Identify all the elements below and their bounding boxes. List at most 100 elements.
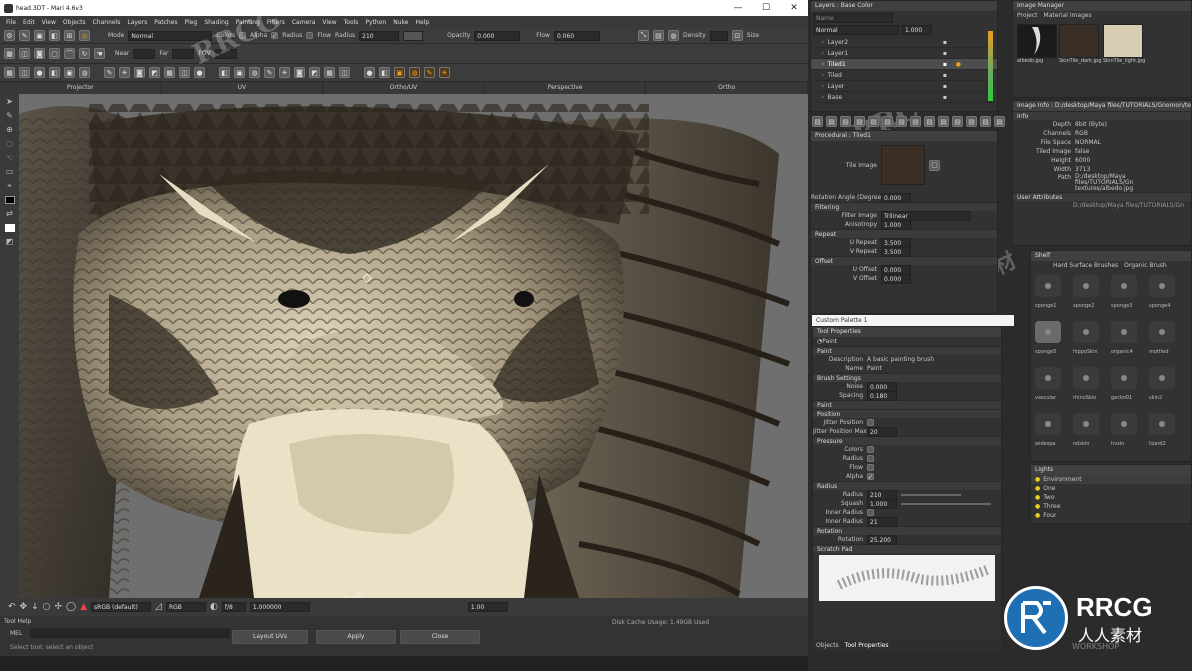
view-tab-perspective[interactable]: Perspective (485, 82, 647, 94)
new-group-icon[interactable]: ▤ (826, 116, 837, 127)
swatch-icon[interactable]: ● (194, 67, 205, 78)
light-row[interactable]: ● Environment (1031, 475, 1191, 484)
adjust-icon[interactable]: ▤ (882, 116, 893, 127)
menu-item-camera[interactable]: Camera (292, 19, 316, 26)
target-icon[interactable]: ◎ (79, 30, 90, 41)
brush-swatch[interactable] (1073, 321, 1099, 343)
layer-row[interactable]: ◦ Tiled1 ▪ ● (811, 59, 997, 70)
position-section[interactable]: Position (813, 409, 1001, 418)
duplicate-icon[interactable]: ▤ (840, 116, 851, 127)
eye-icon[interactable]: ◦ (821, 72, 825, 79)
menu-item-channels[interactable]: Channels (93, 19, 121, 26)
3d-viewport[interactable] (19, 94, 808, 598)
rotate-icon[interactable]: ↻ (79, 48, 90, 59)
brush-swatch[interactable] (1149, 321, 1175, 343)
tab-material-images[interactable]: Material Images (1044, 11, 1092, 20)
view-tab-projector[interactable]: Projector (0, 82, 162, 94)
brush-icon[interactable]: ✎ (19, 30, 30, 41)
squash-slider[interactable] (901, 502, 991, 505)
fov-field[interactable] (214, 48, 237, 59)
lasso-icon[interactable]: ▣ (234, 67, 245, 78)
layer-row[interactable]: ◦ Layer2 ▪ (811, 37, 997, 48)
paint-subsection[interactable]: Paint (813, 400, 1001, 409)
menu-item-nuke[interactable]: Nuke (393, 19, 408, 26)
colors-checkbox[interactable] (239, 32, 247, 39)
skin-dark-thumb[interactable] (1059, 24, 1099, 58)
grid-view-icon[interactable]: ☀ (279, 67, 290, 78)
reset-colors-icon[interactable]: ◩ (5, 238, 15, 246)
apply-button[interactable]: Apply (316, 630, 396, 644)
brush-radius-slider[interactable] (901, 493, 961, 496)
lock-layer-icon[interactable]: ▪ (943, 61, 947, 68)
settings-icon[interactable]: ⚙ (4, 30, 15, 41)
menu-item-help[interactable]: Help (415, 19, 429, 26)
info-section[interactable]: Info (1013, 111, 1191, 120)
brush-swatch[interactable] (1035, 413, 1061, 435)
grid-icon[interactable]: ◫ (19, 67, 30, 78)
brush-swatch[interactable] (1035, 367, 1061, 389)
jitter-position-checkbox[interactable] (867, 419, 874, 426)
brush-swatch[interactable] (1035, 321, 1061, 343)
tab-organic-brush[interactable]: Organic Brush (1124, 261, 1167, 271)
gain-slider[interactable] (313, 602, 464, 612)
procedural-icon[interactable]: ▤ (896, 116, 907, 127)
layer-blend-select[interactable]: Normal (813, 25, 899, 35)
select-icon[interactable]: ➤ (5, 98, 15, 106)
cube-icon[interactable]: ▣ (64, 67, 75, 78)
menu-item-tools[interactable]: Tools (344, 19, 359, 26)
pin-icon[interactable]: ✢ (55, 602, 63, 612)
sphere-orange-icon[interactable]: ✎ (424, 67, 435, 78)
new-layer-icon[interactable]: ▤ (812, 116, 823, 127)
uv-icon[interactable]: ◩ (149, 67, 160, 78)
flat-icon[interactable]: ● (364, 67, 375, 78)
layer-row[interactable]: ◦ Base ▪ (811, 92, 997, 103)
dot-circle-icon[interactable]: ◯ (66, 602, 76, 612)
pressure-checkbox[interactable] (867, 455, 874, 462)
aperture-icon[interactable]: ◐ (210, 602, 218, 612)
menu-item-shading[interactable]: Shading (204, 19, 228, 26)
cube-icon[interactable]: ◫ (19, 48, 30, 59)
shade-icon[interactable]: ◫ (339, 67, 350, 78)
fill-icon[interactable]: ▤ (652, 30, 664, 41)
lock-layer-icon[interactable]: ▪ (943, 72, 947, 79)
smooth-icon[interactable]: ◧ (379, 67, 390, 78)
light-row[interactable]: ● Three (1031, 502, 1191, 511)
eye-icon[interactable]: ◦ (821, 83, 825, 90)
texture-icon[interactable]: ◙ (294, 67, 305, 78)
menu-item-python[interactable]: Python (365, 19, 386, 26)
menu-item-edit[interactable]: Edit (23, 19, 35, 26)
down-arrow-icon[interactable]: ↓ (31, 602, 39, 612)
brush-swatch[interactable] (1073, 413, 1099, 435)
channel-icon[interactable]: ✎ (264, 67, 275, 78)
light-row[interactable]: ● Two (1031, 493, 1191, 502)
lasso-icon[interactable]: ⌒ (64, 48, 75, 59)
mode-select[interactable]: Normal (128, 30, 213, 41)
brush-swatch[interactable] (1149, 367, 1175, 389)
eye-icon[interactable]: ◦ (821, 39, 825, 46)
menu-item-patches[interactable]: Patches (154, 19, 177, 26)
rotation-angle-field[interactable]: 0.000 (881, 192, 911, 203)
radius-slider[interactable] (403, 30, 424, 41)
custom-palette-title[interactable]: Custom Palette 1 (812, 315, 1014, 326)
menu-item-filters[interactable]: Filters (267, 19, 285, 26)
stamp-icon[interactable]: ◫ (179, 67, 190, 78)
lock-layer-icon[interactable]: ▪ (943, 39, 947, 46)
pressure-checkbox[interactable] (867, 446, 874, 453)
layer-row[interactable]: ◦ Tiled ▪ (811, 70, 997, 81)
cache-icon[interactable]: ▤ (924, 116, 935, 127)
clone-icon[interactable]: ⊕ (5, 126, 15, 134)
merge-icon[interactable]: ▤ (854, 116, 865, 127)
brush-rotation-field[interactable]: 25.200 (867, 534, 897, 545)
menu-item-view[interactable]: View (42, 19, 56, 26)
menu-item-pleg[interactable]: Pleg (185, 19, 198, 26)
camera-icon[interactable]: ◙ (34, 48, 45, 59)
paint-icon[interactable]: ✎ (5, 112, 15, 120)
histogram-icon[interactable]: ◿ (155, 602, 162, 612)
gain-field[interactable]: 1.000000 (249, 602, 310, 612)
v-repeat-field[interactable]: 3.500 (881, 246, 911, 257)
script-input[interactable] (30, 628, 230, 638)
tile-image-thumb[interactable] (881, 145, 925, 185)
paint-section[interactable]: Paint (813, 346, 1001, 355)
paint-bucket-icon[interactable]: ◧ (49, 67, 60, 78)
maximize-button[interactable]: ☐ (752, 0, 780, 16)
